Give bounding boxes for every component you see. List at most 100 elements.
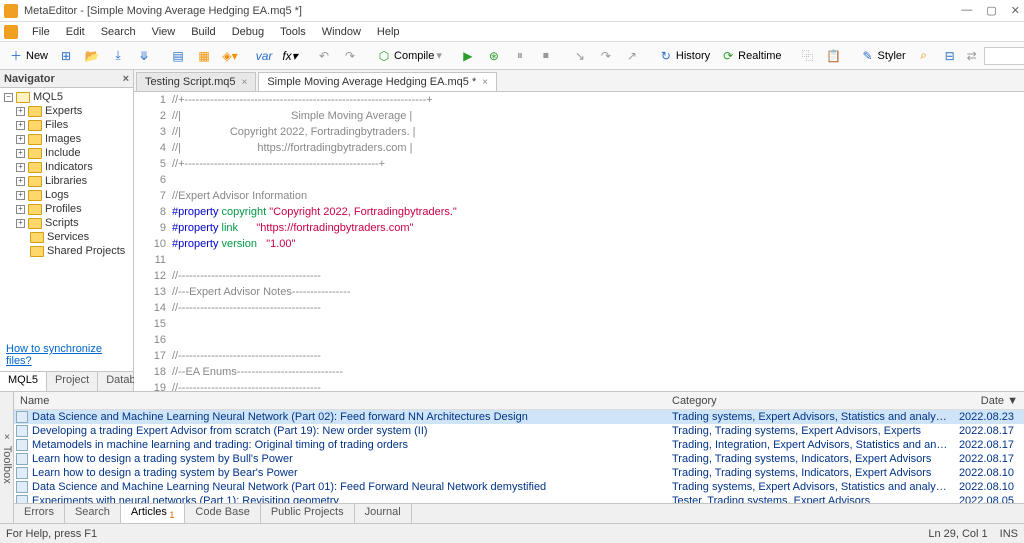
- expand-icon[interactable]: +: [16, 205, 25, 214]
- folder-icon: [28, 204, 42, 215]
- expand-icon[interactable]: +: [16, 121, 25, 130]
- redo-icon[interactable]: ↷: [338, 46, 362, 66]
- var-icon[interactable]: var: [252, 46, 276, 66]
- toolbox-row[interactable]: Learn how to design a trading system by …: [14, 452, 1024, 466]
- save-icon[interactable]: ⤓: [106, 46, 130, 66]
- tree-item-logs[interactable]: +Logs: [2, 188, 131, 202]
- toolbar-search-input[interactable]: [984, 47, 1024, 65]
- toolbox-row[interactable]: Experiments with neural networks (Part 1…: [14, 494, 1024, 503]
- pause-icon[interactable]: ⏸: [508, 46, 532, 66]
- expand-icon[interactable]: +: [16, 135, 25, 144]
- tree-item-shared-projects[interactable]: Shared Projects: [2, 244, 131, 258]
- folder-icon: [30, 232, 44, 243]
- open-icon[interactable]: 📂: [80, 46, 104, 66]
- editor-tab[interactable]: Simple Moving Average Hedging EA.mq5 *×: [258, 72, 497, 91]
- menu-edit[interactable]: Edit: [58, 24, 93, 40]
- expand-icon[interactable]: +: [16, 177, 25, 186]
- tree-item-experts[interactable]: +Experts: [2, 104, 131, 118]
- toolbox-row[interactable]: Data Science and Machine Learning Neural…: [14, 410, 1024, 424]
- tree-root[interactable]: − MQL5: [2, 90, 131, 104]
- history-button[interactable]: ↻ History: [654, 46, 714, 66]
- toolbox-tab-journal[interactable]: Journal: [355, 504, 412, 523]
- collapse-icon[interactable]: −: [4, 93, 13, 102]
- save-all-icon[interactable]: ⤋: [132, 46, 156, 66]
- sync-files-link[interactable]: How to synchronize files?: [0, 339, 133, 371]
- stop-icon[interactable]: ⏹: [534, 46, 558, 66]
- toolbox-row[interactable]: Developing a trading Expert Advisor from…: [14, 424, 1024, 438]
- close-tab-icon[interactable]: ×: [482, 77, 488, 88]
- code-area[interactable]: 1234567891011121314151617181920212223242…: [134, 92, 1024, 391]
- toolbox-toggle[interactable]: ▦: [192, 46, 216, 66]
- run-icon[interactable]: ▶: [456, 46, 480, 66]
- nav-tab-project[interactable]: Project: [47, 372, 98, 391]
- expand-icon[interactable]: +: [16, 219, 25, 228]
- search-left-icon[interactable]: ⇄: [964, 48, 980, 64]
- paste-icon[interactable]: 📋: [822, 46, 846, 66]
- new-icon: ＋: [8, 48, 24, 64]
- col-date[interactable]: Date ▼: [954, 395, 1024, 407]
- realtime-button[interactable]: ⟳ Realtime: [716, 46, 785, 66]
- copy-icon[interactable]: ⿻: [796, 46, 820, 66]
- toolbox-tab-code-base[interactable]: Code Base: [185, 504, 260, 523]
- toolbox-tab-public-projects[interactable]: Public Projects: [261, 504, 355, 523]
- code-body[interactable]: //+-------------------------------------…: [172, 92, 1024, 391]
- styler-button[interactable]: ✎ Styler: [856, 46, 910, 66]
- expand-icon[interactable]: +: [16, 191, 25, 200]
- tree-item-files[interactable]: +Files: [2, 118, 131, 132]
- tree-item-indicators[interactable]: +Indicators: [2, 160, 131, 174]
- maximize-button[interactable]: ▢: [986, 4, 996, 17]
- expand-icon[interactable]: +: [16, 107, 25, 116]
- menu-file[interactable]: File: [24, 24, 58, 40]
- close-button[interactable]: ✕: [1011, 4, 1020, 17]
- toolbox-tab-errors[interactable]: Errors: [14, 504, 65, 523]
- find-icon[interactable]: ⌕: [912, 46, 936, 66]
- toolbox-close-icon[interactable]: ×: [4, 432, 10, 443]
- toolbox-tab-articles[interactable]: Articles 1: [121, 504, 186, 523]
- menu-window[interactable]: Window: [314, 24, 369, 40]
- row-date: 2022.08.23: [952, 411, 1022, 423]
- toolbox-rows[interactable]: Data Science and Machine Learning Neural…: [14, 410, 1024, 503]
- toolbox-row[interactable]: Data Science and Machine Learning Neural…: [14, 480, 1024, 494]
- terminal-icon[interactable]: ⊟: [938, 46, 962, 66]
- menu-search[interactable]: Search: [93, 24, 144, 40]
- tree-item-profiles[interactable]: +Profiles: [2, 202, 131, 216]
- menu-build[interactable]: Build: [183, 24, 223, 40]
- step-in-icon[interactable]: ↘: [568, 46, 592, 66]
- bookmark-icon[interactable]: ◈▾: [218, 46, 242, 66]
- toolbox-row[interactable]: Metamodels in machine learning and tradi…: [14, 438, 1024, 452]
- tree-item-include[interactable]: +Include: [2, 146, 131, 160]
- nav-tab-mql5[interactable]: MQL5: [0, 372, 47, 391]
- step-over-icon[interactable]: ↷: [594, 46, 618, 66]
- menu-bar: FileEditSearchViewBuildDebugToolsWindowH…: [0, 22, 1024, 42]
- folder-icon: [30, 246, 44, 257]
- status-help: For Help, press F1: [6, 528, 97, 540]
- col-name[interactable]: Name: [14, 395, 666, 407]
- col-category[interactable]: Category: [666, 395, 954, 407]
- tree-item-libraries[interactable]: +Libraries: [2, 174, 131, 188]
- toolbox-row[interactable]: Learn how to design a trading system by …: [14, 466, 1024, 480]
- expand-icon[interactable]: +: [16, 149, 25, 158]
- new-file-icon[interactable]: ⊞: [54, 46, 78, 66]
- tree-item-scripts[interactable]: +Scripts: [2, 216, 131, 230]
- menu-tools[interactable]: Tools: [272, 24, 314, 40]
- editor-tab[interactable]: Testing Script.mq5×: [136, 72, 256, 91]
- expand-icon[interactable]: +: [16, 163, 25, 172]
- navigator-toggle[interactable]: ▤: [166, 46, 190, 66]
- menu-debug[interactable]: Debug: [224, 24, 272, 40]
- menu-help[interactable]: Help: [369, 24, 408, 40]
- toolbox-tab-search[interactable]: Search: [65, 504, 121, 523]
- row-date: 2022.08.05: [952, 495, 1022, 503]
- minimize-button[interactable]: —: [961, 4, 972, 17]
- tree-item-images[interactable]: +Images: [2, 132, 131, 146]
- compile-button[interactable]: ⬡ Compile ▾: [372, 46, 446, 66]
- close-tab-icon[interactable]: ×: [241, 77, 247, 88]
- new-button[interactable]: ＋ New: [4, 46, 52, 66]
- navigator-close-icon[interactable]: ×: [123, 73, 129, 85]
- menu-view[interactable]: View: [144, 24, 184, 40]
- step-out-icon[interactable]: ↗: [620, 46, 644, 66]
- undo-icon[interactable]: ↶: [312, 46, 336, 66]
- run2-icon[interactable]: ⊛: [482, 46, 506, 66]
- fx-icon[interactable]: fx▾: [278, 46, 302, 66]
- tree-item-services[interactable]: Services: [2, 230, 131, 244]
- navigator-tree[interactable]: − MQL5 +Experts+Files+Images+Include+Ind…: [0, 88, 133, 339]
